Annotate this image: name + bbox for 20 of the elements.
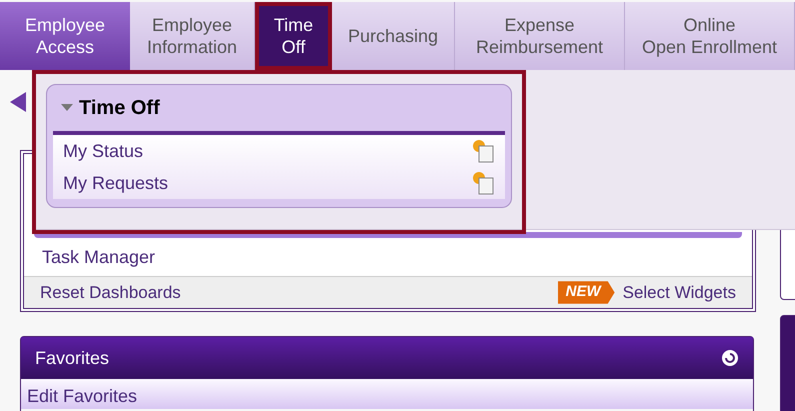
- nav-tab[interactable]: Expense Reimbursement: [455, 2, 625, 70]
- caret-icon: [61, 104, 73, 112]
- menu-link[interactable]: My Requests: [63, 170, 471, 196]
- nav-tab[interactable]: Online Open Enrollment: [625, 2, 795, 70]
- back-arrow-icon[interactable]: [10, 92, 26, 112]
- task-link[interactable]: Task Manager: [24, 238, 752, 276]
- favorites-link[interactable]: Edit Favorites: [21, 379, 753, 409]
- nav-tab[interactable]: Employee Information: [130, 2, 255, 70]
- menu-link[interactable]: My Status: [63, 138, 471, 164]
- nav-tab[interactable]: Employee Access: [0, 2, 130, 70]
- select-widgets-link[interactable]: Select Widgets: [622, 280, 736, 306]
- nav-tab[interactable]: Time Off: [255, 2, 332, 70]
- note-icon[interactable]: [471, 171, 495, 195]
- note-icon[interactable]: [471, 139, 495, 163]
- favorites-title: Favorites: [35, 346, 110, 370]
- refresh-icon[interactable]: [721, 349, 739, 367]
- new-badge: NEW: [558, 281, 615, 304]
- nav-tab[interactable]: Purchasing: [332, 2, 455, 70]
- reset-link[interactable]: Reset Dashboards: [40, 280, 181, 306]
- menu-header[interactable]: Time Off: [47, 85, 174, 131]
